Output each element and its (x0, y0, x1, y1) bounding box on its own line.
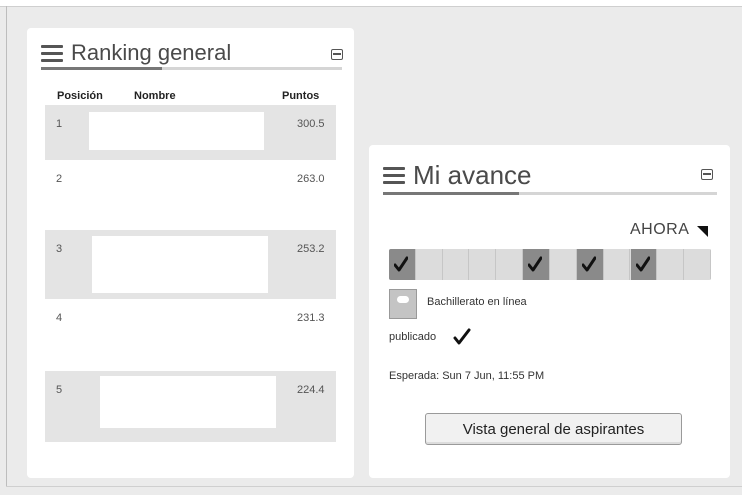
header-position: Posición (57, 90, 103, 102)
check-icon (528, 256, 543, 272)
redacted-name (100, 376, 276, 428)
redacted-name (89, 112, 264, 150)
progress-segment[interactable] (604, 249, 631, 280)
applicants-overview-button[interactable]: Vista general de aspirantes (425, 413, 682, 445)
row-points: 231.3 (297, 312, 325, 324)
progress-segment[interactable] (496, 249, 524, 280)
row-position: 3 (56, 243, 63, 255)
row-points: 300.5 (297, 118, 325, 130)
progress-segment[interactable] (416, 249, 443, 280)
row-points: 263.0 (297, 173, 325, 185)
row-position: 5 (56, 384, 63, 396)
check-icon (394, 256, 408, 272)
table-row: 2 263.0 (45, 160, 336, 230)
due-date: Esperada: Sun 7 Jun, 11:55 PM (389, 370, 545, 382)
progress-segment[interactable] (470, 249, 497, 280)
progress-segment[interactable] (389, 249, 416, 280)
row-position: 1 (56, 118, 63, 130)
forum-icon[interactable] (389, 289, 417, 319)
progress-header: Mi avance (383, 160, 532, 191)
check-icon (635, 256, 650, 272)
now-label: AHORA (630, 221, 690, 238)
check-icon (581, 256, 596, 272)
table-row: 4 231.3 (45, 299, 336, 371)
progress-header-underline (383, 192, 717, 195)
collapse-icon[interactable] (701, 169, 713, 180)
progress-segment[interactable] (550, 249, 577, 280)
progress-card: Mi avance AHORA Bachillerato en línea pu… (369, 145, 730, 478)
table-row: 3 253.2 (45, 230, 336, 299)
progress-segment[interactable] (443, 249, 470, 280)
redacted-name (92, 236, 268, 293)
progress-bar (389, 249, 711, 280)
table-row: 5 224.4 (45, 371, 336, 442)
progress-segment[interactable] (657, 249, 685, 280)
row-points: 253.2 (297, 243, 325, 255)
row-position: 2 (56, 173, 63, 185)
progress-segment[interactable] (684, 249, 711, 280)
check-icon (453, 328, 471, 345)
window-bottom-border (6, 486, 742, 487)
progress-title: Mi avance (413, 160, 532, 190)
status-label: publicado (389, 331, 437, 343)
row-points: 224.4 (297, 384, 325, 396)
menu-icon[interactable] (383, 167, 405, 184)
menu-icon[interactable] (41, 44, 63, 62)
window-left-border (6, 6, 7, 486)
ranking-header-underline (41, 67, 342, 70)
ranking-card: Ranking general Posición Nombre Puntos 1… (27, 28, 354, 478)
activity-link[interactable]: Bachillerato en línea (427, 296, 527, 308)
ranking-title: Ranking general (71, 40, 232, 65)
header-name: Nombre (134, 90, 176, 102)
row-position: 4 (56, 312, 63, 324)
now-marker-icon (697, 226, 708, 237)
collapse-icon[interactable] (331, 49, 343, 60)
ranking-header: Ranking general (41, 40, 231, 66)
progress-segment[interactable] (576, 249, 604, 280)
progress-segment[interactable] (630, 249, 658, 280)
table-row: 1 300.5 (45, 105, 336, 160)
header-points: Puntos (282, 90, 320, 102)
window-top-border (0, 0, 742, 7)
progress-segment[interactable] (523, 249, 550, 280)
